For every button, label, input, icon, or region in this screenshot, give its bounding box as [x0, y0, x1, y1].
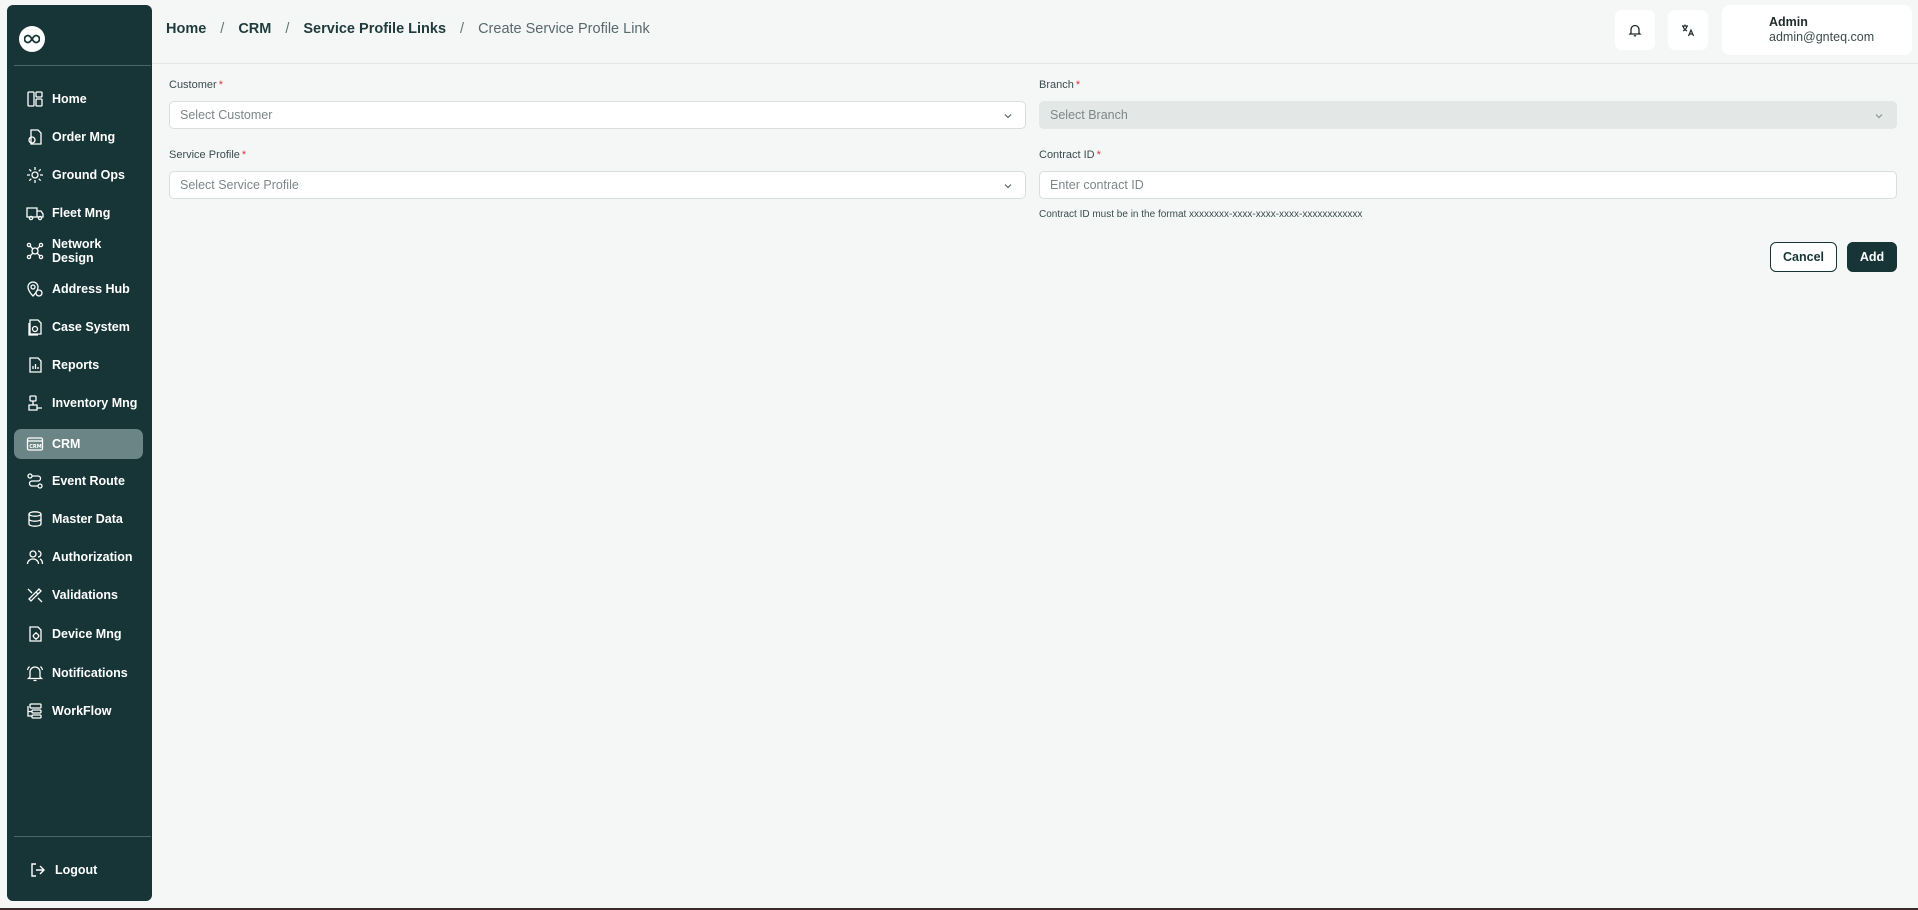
breadcrumb-separator: / — [460, 21, 465, 37]
validation-icon — [26, 586, 44, 604]
inventory-icon — [26, 394, 44, 412]
bell-icon — [26, 664, 44, 682]
sidebar-item-label: Address Hub — [52, 282, 130, 296]
device-icon — [26, 625, 44, 643]
sidebar-item-crm[interactable]: CRM CRM — [14, 429, 143, 459]
sidebar-item-inventory-mng[interactable]: Inventory Mng — [14, 388, 143, 418]
ground-ops-icon — [26, 166, 44, 184]
sidebar-item-label: Ground Ops — [52, 168, 125, 182]
sidebar-item-label: Fleet Mng — [52, 206, 111, 220]
workflow-icon — [26, 702, 44, 720]
sidebar-item-order-mng[interactable]: Order Mng — [14, 122, 143, 152]
required-marker: * — [1096, 149, 1101, 161]
sidebar-item-master-data[interactable]: Master Data — [14, 504, 143, 534]
svg-text:CRM: CRM — [29, 444, 42, 450]
sidebar-item-home[interactable]: Home — [14, 84, 143, 114]
breadcrumb-separator: / — [285, 21, 290, 37]
sidebar-item-label: Master Data — [52, 512, 123, 526]
logout-button[interactable]: Logout — [14, 855, 143, 885]
chevron-down-icon — [1004, 114, 1012, 119]
user-name: Admin — [1769, 15, 1808, 29]
route-icon — [26, 472, 44, 490]
sidebar-item-label: Event Route — [52, 474, 125, 488]
sidebar-item-validations[interactable]: Validations — [14, 580, 143, 610]
chevron-down-icon — [1004, 184, 1012, 189]
breadcrumb-current: Create Service Profile Link — [478, 21, 650, 37]
case-icon — [26, 318, 44, 336]
user-email: admin@gnteq.com — [1769, 30, 1875, 44]
sidebar-item-label: Order Mng — [52, 130, 116, 144]
sidebar-item-label: Notifications — [52, 666, 128, 680]
breadcrumb: Home / CRM / Service Profile Links / Cre… — [166, 21, 650, 37]
sidebar-item-label: Authorization — [52, 550, 133, 564]
add-button[interactable]: Add — [1847, 242, 1897, 272]
sidebar-divider — [14, 836, 151, 837]
sidebar-item-label: Home — [52, 92, 87, 106]
service-profile-select-placeholder: Select Service Profile — [180, 178, 299, 192]
home-icon — [26, 90, 44, 108]
customer-label: Customer * — [169, 79, 223, 91]
users-icon — [26, 548, 44, 566]
report-icon — [26, 356, 44, 374]
sidebar-item-label: Inventory Mng — [52, 396, 138, 410]
contract-id-field[interactable] — [1039, 171, 1897, 199]
crm-icon: CRM — [26, 435, 44, 453]
breadcrumb-home[interactable]: Home — [166, 21, 206, 37]
sidebar-item-label: CRM — [52, 437, 81, 451]
sidebar-item-label: Network Design — [52, 237, 102, 265]
logout-icon — [29, 861, 47, 879]
sidebar-item-workflow[interactable]: WorkFlow — [14, 696, 143, 726]
order-icon — [26, 128, 44, 146]
bell-icon — [1628, 23, 1642, 37]
database-icon — [26, 510, 44, 528]
branch-select: Select Branch — [1039, 101, 1897, 129]
branch-label: Branch * — [1039, 79, 1081, 91]
sidebar-item-network-design[interactable]: Network Design — [14, 236, 143, 266]
contract-id-label: Contract ID * — [1039, 149, 1101, 161]
contract-id-input[interactable] — [1050, 172, 1896, 198]
user-profile[interactable]: Admin admin@gnteq.com — [1722, 5, 1912, 55]
notifications-button[interactable] — [1615, 10, 1655, 50]
service-profile-label: Service Profile * — [169, 149, 247, 161]
breadcrumb-crm[interactable]: CRM — [238, 21, 271, 37]
sidebar-item-fleet-mng[interactable]: Fleet Mng — [14, 198, 143, 228]
required-marker: * — [218, 79, 223, 91]
breadcrumb-service-profile-links[interactable]: Service Profile Links — [303, 21, 446, 37]
sidebar-divider — [14, 65, 151, 66]
chevron-down-icon — [1875, 114, 1883, 119]
sidebar-item-reports[interactable]: Reports — [14, 350, 143, 380]
contract-id-helper-text: Contract ID must be in the format xxxxxx… — [1039, 209, 1363, 220]
sidebar-item-case-system[interactable]: Case System — [14, 312, 143, 342]
sidebar-item-label: Validations — [52, 588, 118, 602]
branch-select-placeholder: Select Branch — [1050, 108, 1128, 122]
map-pin-icon — [26, 280, 44, 298]
required-marker: * — [241, 149, 247, 161]
customer-select[interactable]: Select Customer — [169, 101, 1026, 129]
sidebar-item-label: Device Mng — [52, 627, 122, 641]
sidebar-item-address-hub[interactable]: Address Hub — [14, 274, 143, 304]
required-marker: * — [1075, 79, 1081, 91]
sidebar-item-device-mng[interactable]: Device Mng — [14, 619, 143, 649]
sidebar-item-notifications[interactable]: Notifications — [14, 658, 143, 688]
sidebar-item-label: Case System — [52, 320, 130, 334]
truck-icon — [26, 204, 44, 222]
sidebar-item-label: Reports — [52, 358, 100, 372]
translate-icon — [1681, 23, 1695, 37]
logout-label: Logout — [55, 863, 98, 877]
language-button[interactable] — [1668, 10, 1708, 50]
sidebar: Home Order Mng Ground Ops Fleet Mng Netw… — [7, 5, 152, 901]
app-logo-icon[interactable] — [19, 26, 45, 52]
sidebar-item-event-route[interactable]: Event Route — [14, 466, 143, 496]
sidebar-item-ground-ops[interactable]: Ground Ops — [14, 160, 143, 190]
service-profile-select[interactable]: Select Service Profile — [169, 171, 1026, 199]
breadcrumb-separator: / — [220, 21, 225, 37]
cancel-button[interactable]: Cancel — [1770, 242, 1837, 272]
sidebar-item-authorization[interactable]: Authorization — [14, 542, 143, 572]
network-icon — [26, 242, 44, 260]
customer-select-placeholder: Select Customer — [180, 108, 273, 122]
sidebar-item-label: WorkFlow — [52, 704, 112, 718]
